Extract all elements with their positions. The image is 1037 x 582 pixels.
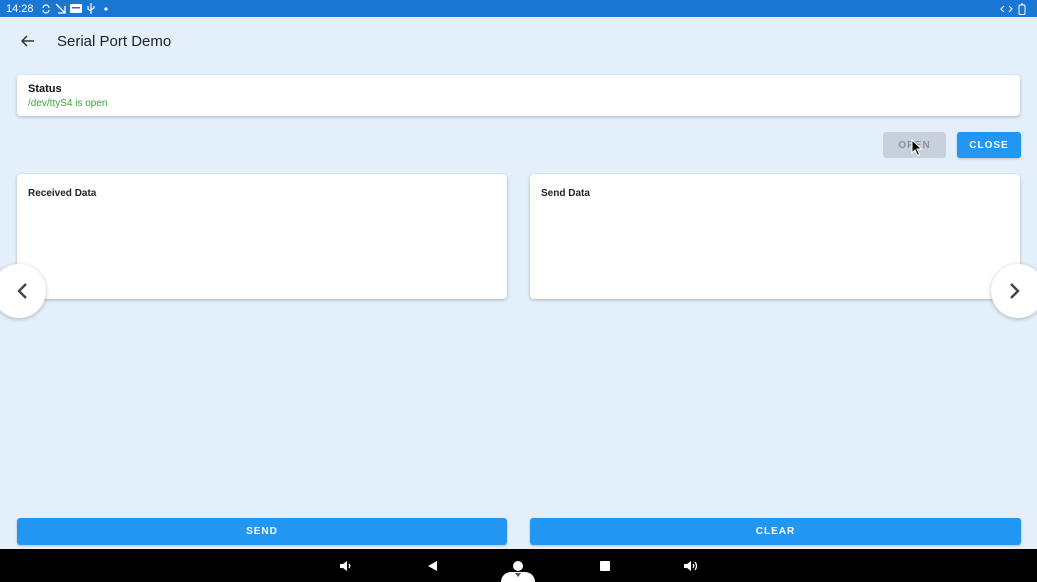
status-time: 14:28 xyxy=(6,2,34,15)
chevron-down-icon xyxy=(515,573,521,577)
usb-icon xyxy=(85,3,97,15)
back-triangle-icon xyxy=(428,561,437,571)
clear-button[interactable]: CLEAR xyxy=(530,518,1021,545)
back-button[interactable] xyxy=(13,26,43,56)
page-title: Serial Port Demo xyxy=(57,32,172,50)
nav-recents-button[interactable] xyxy=(596,557,614,575)
arrow-left-icon xyxy=(21,35,34,47)
previous-page-button[interactable] xyxy=(0,264,46,318)
status-bar: 14:28 xyxy=(0,0,1037,17)
chevron-left-icon xyxy=(17,283,27,299)
close-button[interactable]: CLOSE xyxy=(957,132,1021,158)
keyboard-icon xyxy=(69,3,82,15)
signal-off-icon xyxy=(55,3,67,15)
dot-icon xyxy=(100,3,112,15)
recents-square-icon xyxy=(600,561,610,571)
sync-icon xyxy=(40,3,52,15)
status-value: /dev/ttyS4 is open xyxy=(28,98,108,109)
send-data-title: Send Data xyxy=(541,188,590,199)
status-label: Status xyxy=(28,83,62,95)
send-data-input[interactable] xyxy=(541,205,1009,290)
volume-down-button[interactable] xyxy=(337,557,355,575)
volume-up-button[interactable] xyxy=(682,557,700,575)
chevron-right-icon xyxy=(1010,283,1020,299)
volume-down-icon xyxy=(340,561,351,571)
next-page-button[interactable] xyxy=(991,264,1037,318)
send-data-card: Send Data xyxy=(530,174,1020,299)
app-bar: Serial Port Demo xyxy=(0,17,1037,65)
mouse-cursor-icon xyxy=(911,139,923,157)
home-circle-icon xyxy=(513,561,523,571)
battery-icon xyxy=(1016,3,1028,15)
system-nav-bar xyxy=(0,549,1037,582)
nav-drawer-handle[interactable] xyxy=(501,572,535,582)
received-data-title: Received Data xyxy=(28,188,97,199)
status-card: Status /dev/ttyS4 is open xyxy=(17,75,1020,116)
nav-back-button[interactable] xyxy=(423,557,441,575)
code-arrows-icon xyxy=(999,3,1013,15)
received-data-area[interactable] xyxy=(28,205,496,290)
send-button[interactable]: SEND xyxy=(17,518,507,545)
received-data-card: Received Data xyxy=(17,174,507,299)
volume-up-icon xyxy=(684,561,698,571)
